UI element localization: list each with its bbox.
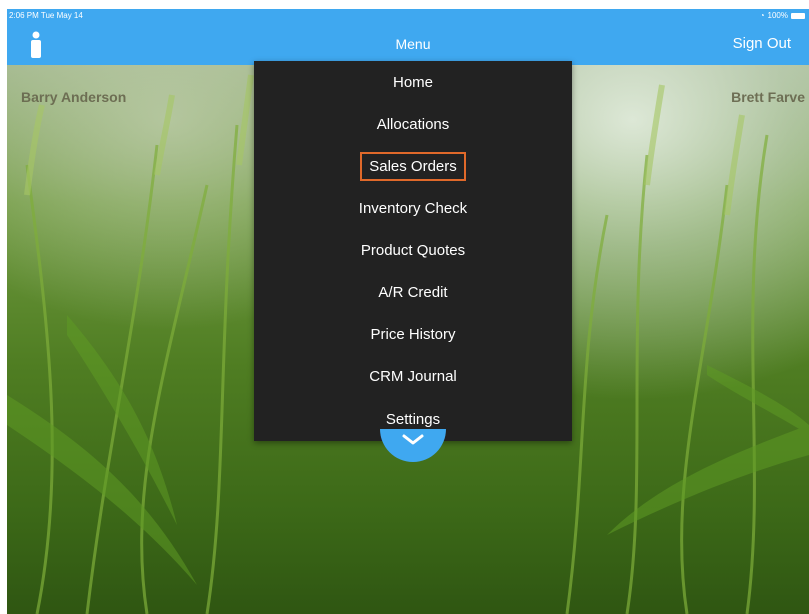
menu-item-product-quotes[interactable]: Product Quotes: [254, 242, 572, 259]
menu-item-home[interactable]: Home: [254, 74, 572, 91]
wifi-icon: ◔: [759, 11, 765, 20]
menu-item-label: Price History: [370, 326, 456, 343]
status-time: 2:06 PM Tue May 14: [9, 11, 83, 20]
battery-icon: [791, 12, 805, 19]
nav-bar: Menu Sign Out: [7, 23, 809, 65]
menu-item-label: Allocations: [376, 116, 450, 133]
menu-item-crm-journal[interactable]: CRM Journal: [254, 368, 572, 385]
sign-out-button[interactable]: Sign Out: [733, 35, 791, 52]
menu-item-label: Settings: [385, 411, 441, 428]
menu-item-label: CRM Journal: [369, 368, 457, 385]
menu-item-label: Sales Orders: [360, 152, 466, 181]
status-indicators: ◔ 100%: [760, 11, 805, 20]
menu-item-sales-orders[interactable]: Sales Orders: [254, 152, 572, 181]
menu-item-price-history[interactable]: Price History: [254, 326, 572, 343]
status-bar: 2:06 PM Tue May 14 ◔ 100%: [7, 9, 809, 23]
left-user-name: Barry Anderson: [21, 89, 127, 105]
menu-item-label: Home: [392, 74, 433, 91]
menu-item-ar-credit[interactable]: A/R Credit: [254, 284, 572, 301]
right-user-name: Brett Farve: [731, 89, 805, 105]
battery-percent: 100%: [767, 11, 788, 20]
menu-item-inventory-check[interactable]: Inventory Check: [254, 200, 572, 217]
app-frame: 2:06 PM Tue May 14 ◔ 100% Menu Sign Out …: [7, 9, 809, 614]
menu-item-label: A/R Credit: [378, 284, 448, 301]
menu-item-allocations[interactable]: Allocations: [254, 116, 572, 133]
menu-dropdown: Home Allocations Sales Orders Inventory …: [254, 61, 572, 441]
menu-item-label: Product Quotes: [360, 242, 466, 259]
menu-item-settings[interactable]: Settings: [254, 411, 572, 428]
menu-item-label: Inventory Check: [358, 200, 468, 217]
chevron-down-icon: [402, 434, 424, 445]
page-title: Menu: [395, 36, 431, 52]
